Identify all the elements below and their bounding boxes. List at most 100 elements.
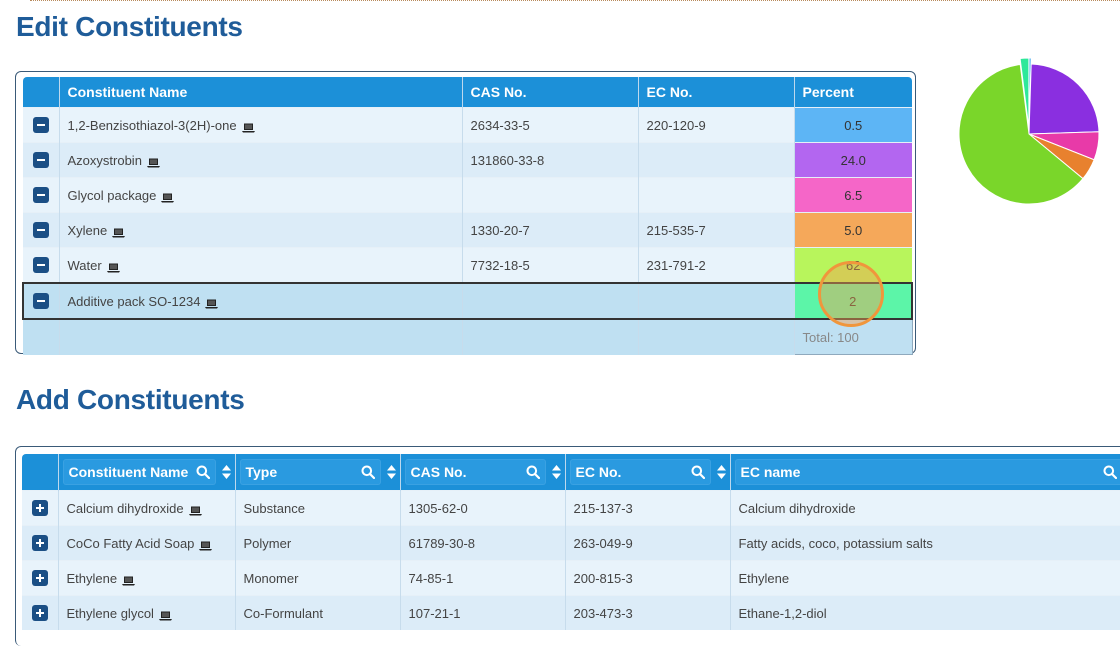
ec-name-cell: Fatty acids, coco, potassium salts bbox=[730, 526, 1120, 561]
search-icon[interactable] bbox=[1103, 465, 1117, 479]
edit-table-header: Constituent Name CAS No. EC No. Percent bbox=[23, 77, 912, 108]
search-icon[interactable] bbox=[526, 465, 540, 479]
remove-cell bbox=[23, 283, 59, 319]
table-row[interactable]: EthyleneMonomer74-85-1200-815-3Ethylene bbox=[22, 561, 1120, 596]
edit-constituents-table: Constituent Name CAS No. EC No. Percent … bbox=[22, 77, 913, 355]
ec-no-cell: 215-535-7 bbox=[638, 213, 794, 248]
remove-row-button[interactable] bbox=[33, 257, 49, 273]
search-icon[interactable] bbox=[196, 465, 210, 479]
header-constituent-name[interactable]: Constituent Name bbox=[59, 77, 462, 108]
cas-no-cell: 74-85-1 bbox=[400, 561, 565, 596]
laptop-icon[interactable] bbox=[112, 226, 125, 236]
add-cell bbox=[22, 561, 58, 596]
total-row: Total: 100 bbox=[23, 319, 912, 355]
constituent-name: 1,2-Benzisothiazol-3(2H)-one bbox=[68, 118, 237, 133]
empty-cell bbox=[23, 319, 59, 355]
add-cell bbox=[22, 526, 58, 561]
add-constituents-title: Add Constituents bbox=[16, 384, 245, 416]
laptop-icon[interactable] bbox=[189, 504, 202, 514]
search-icon[interactable] bbox=[691, 465, 705, 479]
header-label: Constituent Name bbox=[69, 464, 189, 480]
type-cell: Polymer bbox=[235, 526, 400, 561]
laptop-icon[interactable] bbox=[147, 156, 160, 166]
search-icon[interactable] bbox=[361, 465, 375, 479]
constituent-name: Xylene bbox=[68, 223, 108, 238]
constituent-name: Water bbox=[68, 258, 102, 273]
filter-ec-name[interactable]: EC name bbox=[735, 459, 1120, 485]
remove-row-button[interactable] bbox=[33, 117, 49, 133]
laptop-icon[interactable] bbox=[161, 191, 174, 201]
edit-constituents-title: Edit Constituents bbox=[16, 11, 243, 43]
add-row-button[interactable] bbox=[32, 605, 48, 621]
filter-cas-no[interactable]: CAS No. bbox=[405, 459, 546, 485]
type-cell: Monomer bbox=[235, 561, 400, 596]
constituent-name-cell: 1,2-Benzisothiazol-3(2H)-one bbox=[59, 108, 462, 143]
table-row[interactable]: Azoxystrobin131860-33-824.0 bbox=[23, 143, 912, 178]
laptop-icon[interactable] bbox=[159, 609, 172, 619]
constituent-name-cell: Ethylene bbox=[58, 561, 235, 596]
ec-no-cell bbox=[638, 283, 794, 319]
laptop-icon[interactable] bbox=[199, 539, 212, 549]
add-row-button[interactable] bbox=[32, 570, 48, 586]
laptop-icon[interactable] bbox=[107, 261, 120, 271]
percent-input[interactable]: 5.0 bbox=[794, 213, 912, 248]
remove-cell bbox=[23, 213, 59, 248]
constituent-name-cell: Calcium dihydroxide bbox=[58, 491, 235, 526]
constituent-name: Glycol package bbox=[68, 188, 157, 203]
sort-icon[interactable] bbox=[387, 465, 396, 479]
header-label: CAS No. bbox=[411, 464, 467, 480]
cas-no-cell bbox=[462, 283, 638, 319]
header-percent[interactable]: Percent bbox=[794, 77, 912, 108]
constituent-name: CoCo Fatty Acid Soap bbox=[67, 536, 195, 551]
add-cell bbox=[22, 491, 58, 526]
remove-row-button[interactable] bbox=[33, 187, 49, 203]
add-row-button[interactable] bbox=[32, 535, 48, 551]
table-row[interactable]: Calcium dihydroxideSubstance1305-62-0215… bbox=[22, 491, 1120, 526]
constituent-name: Ethylene bbox=[67, 571, 118, 586]
remove-row-button[interactable] bbox=[33, 293, 49, 309]
percent-input[interactable]: 0.5 bbox=[794, 108, 912, 143]
composition-pie-chart bbox=[955, 56, 1105, 211]
cas-no-cell: 61789-30-8 bbox=[400, 526, 565, 561]
constituent-name-cell: Water bbox=[59, 248, 462, 284]
remove-row-button[interactable] bbox=[33, 152, 49, 168]
constituent-name-cell: Azoxystrobin bbox=[59, 143, 462, 178]
percent-input[interactable]: 62 bbox=[794, 248, 912, 284]
filter-constituent-name[interactable]: Constituent Name bbox=[63, 459, 216, 485]
laptop-icon[interactable] bbox=[205, 297, 218, 307]
laptop-icon[interactable] bbox=[122, 574, 135, 584]
filter-ec-no[interactable]: EC No. bbox=[570, 459, 711, 485]
constituent-name-cell: Glycol package bbox=[59, 178, 462, 213]
sort-icon[interactable] bbox=[222, 465, 231, 479]
ec-name-cell: Calcium dihydroxide bbox=[730, 491, 1120, 526]
cas-no-cell: 7732-18-5 bbox=[462, 248, 638, 284]
laptop-icon[interactable] bbox=[242, 121, 255, 131]
percent-input[interactable]: 2 bbox=[794, 283, 912, 319]
table-row[interactable]: Xylene1330-20-7215-535-75.0 bbox=[23, 213, 912, 248]
sort-icon[interactable] bbox=[552, 465, 561, 479]
sort-icon[interactable] bbox=[717, 465, 726, 479]
header-ec-no[interactable]: EC No. bbox=[638, 77, 794, 108]
remove-row-button[interactable] bbox=[33, 222, 49, 238]
percent-input[interactable]: 6.5 bbox=[794, 178, 912, 213]
table-row[interactable]: Additive pack SO-1234 2 bbox=[23, 283, 912, 319]
table-row[interactable]: 1,2-Benzisothiazol-3(2H)-one 2634-33-5220… bbox=[23, 108, 912, 143]
table-row[interactable]: Water7732-18-5231-791-262 bbox=[23, 248, 912, 284]
add-table-header: Constituent Name Type CAS No. EC No. EC … bbox=[22, 454, 1120, 491]
ec-no-cell bbox=[638, 143, 794, 178]
table-row[interactable]: CoCo Fatty Acid SoapPolymer61789-30-8263… bbox=[22, 526, 1120, 561]
header-cas-no[interactable]: CAS No. bbox=[462, 77, 638, 108]
cas-no-cell: 2634-33-5 bbox=[462, 108, 638, 143]
percent-input[interactable]: 24.0 bbox=[794, 143, 912, 178]
table-row[interactable]: Glycol package 6.5 bbox=[23, 178, 912, 213]
remove-cell bbox=[23, 178, 59, 213]
empty-cell bbox=[462, 319, 638, 355]
ec-no-cell: 220-120-9 bbox=[638, 108, 794, 143]
cas-no-cell: 1305-62-0 bbox=[400, 491, 565, 526]
remove-cell bbox=[23, 143, 59, 178]
ec-no-cell bbox=[638, 178, 794, 213]
ec-no-cell: 200-815-3 bbox=[565, 561, 730, 596]
add-row-button[interactable] bbox=[32, 500, 48, 516]
filter-type[interactable]: Type bbox=[240, 459, 381, 485]
constituent-name-cell: Additive pack SO-1234 bbox=[59, 283, 462, 319]
